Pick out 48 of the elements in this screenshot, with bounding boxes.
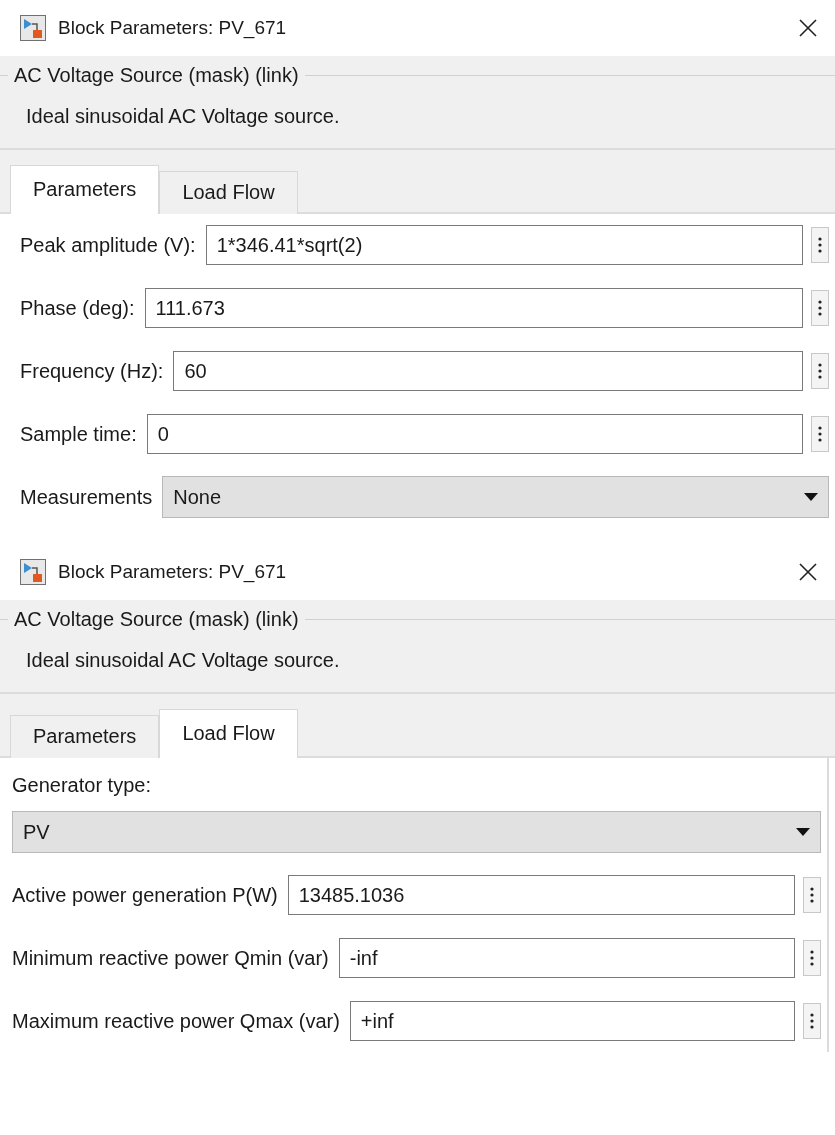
input-field[interactable]: 13485.1036: [287, 875, 795, 915]
vertical-dots-icon: [818, 426, 822, 442]
app-icon: [20, 15, 46, 41]
field-label: Maximum reactive power Qmax (var): [12, 1009, 340, 1033]
tab[interactable]: Load Flow: [159, 171, 298, 214]
dropdown[interactable]: None: [162, 476, 829, 518]
field-label: Sample time:: [20, 422, 137, 446]
tab[interactable]: Parameters: [10, 715, 160, 758]
close-icon[interactable]: [797, 17, 819, 39]
more-options-button[interactable]: [803, 877, 821, 913]
window-title: Block Parameters: PV_671: [58, 17, 288, 39]
field-label: Phase (deg):: [20, 296, 135, 320]
close-icon[interactable]: [797, 561, 819, 583]
vertical-dots-icon: [810, 887, 814, 903]
group-title: AC Voltage Source (mask) (link): [14, 608, 299, 631]
dropdown[interactable]: PV: [12, 811, 821, 853]
more-options-button[interactable]: [811, 290, 829, 326]
input-field[interactable]: 1*346.41*sqrt(2): [205, 225, 803, 265]
more-options-button[interactable]: [803, 1003, 821, 1039]
vertical-dots-icon: [818, 300, 822, 316]
field-label: Frequency (Hz):: [20, 359, 164, 383]
field-label: Peak amplitude (V):: [20, 233, 196, 257]
more-options-button[interactable]: [811, 353, 829, 389]
field-label: Generator type:: [12, 774, 152, 797]
dropdown-arrow-icon: [804, 493, 818, 501]
field-label: Minimum reactive power Qmin (var): [12, 946, 329, 970]
input-field[interactable]: -inf: [338, 938, 795, 978]
vertical-dots-icon: [818, 237, 822, 253]
input-field[interactable]: 0: [146, 414, 803, 454]
tab[interactable]: Parameters: [10, 165, 160, 214]
window-title: Block Parameters: PV_671: [58, 561, 288, 583]
vertical-dots-icon: [810, 950, 814, 966]
input-field[interactable]: +inf: [349, 1001, 795, 1041]
field-label: Measurements: [20, 485, 153, 509]
more-options-button[interactable]: [803, 940, 821, 976]
dropdown-arrow-icon: [796, 828, 810, 836]
more-options-button[interactable]: [811, 227, 829, 263]
more-options-button[interactable]: [811, 416, 829, 452]
input-field[interactable]: 60: [173, 351, 803, 391]
field-label: Active power generation P(W): [12, 883, 278, 907]
app-icon: [20, 559, 46, 585]
group-title: AC Voltage Source (mask) (link): [14, 64, 299, 87]
description: Ideal sinusoidal AC Voltage source.: [26, 105, 340, 127]
vertical-dots-icon: [818, 363, 822, 379]
vertical-dots-icon: [810, 1013, 814, 1029]
input-field[interactable]: 111.673: [144, 288, 803, 328]
description: Ideal sinusoidal AC Voltage source.: [26, 649, 340, 671]
tab[interactable]: Load Flow: [159, 709, 298, 758]
